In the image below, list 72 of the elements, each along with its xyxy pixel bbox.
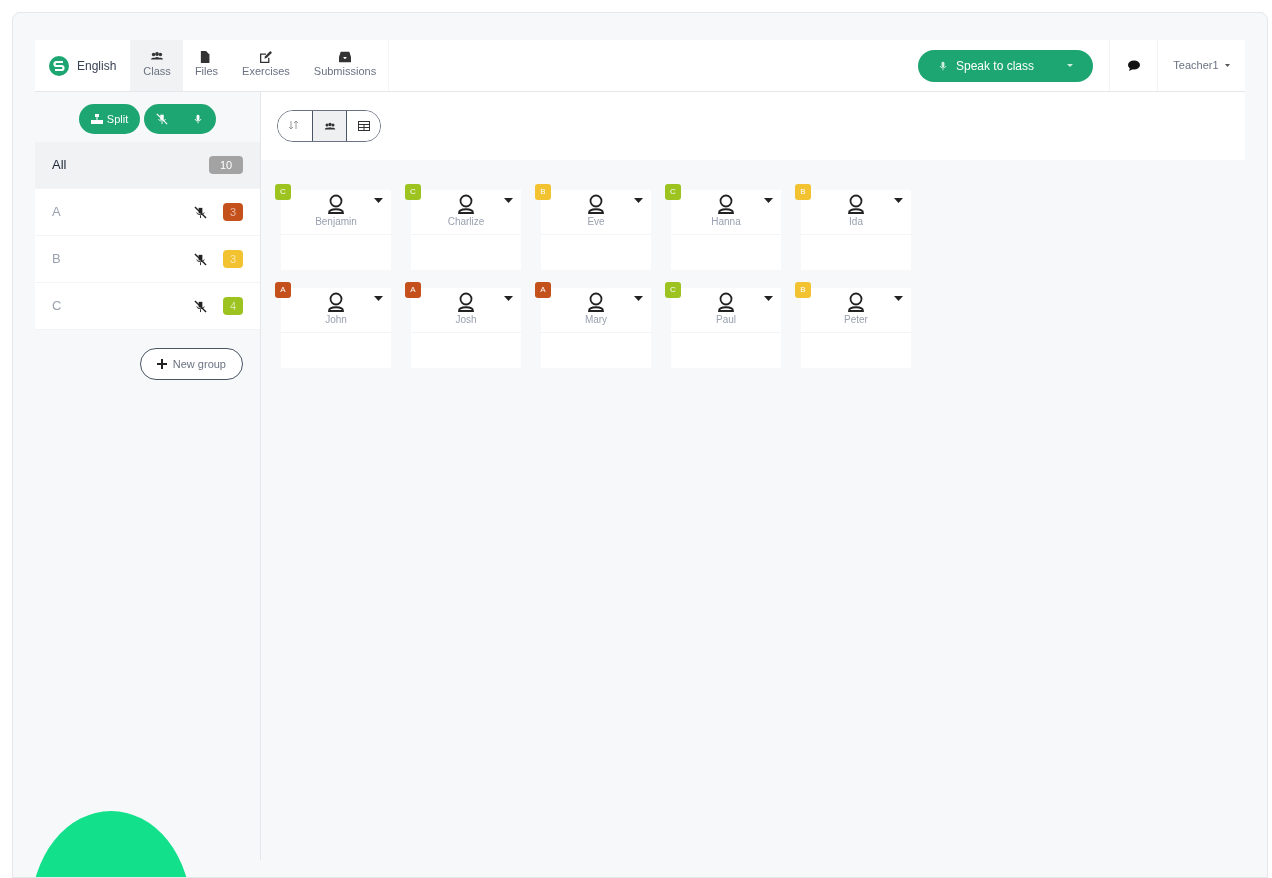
person-icon xyxy=(586,194,606,214)
caret-icon xyxy=(634,198,643,203)
sort-icon xyxy=(289,121,301,131)
person-icon xyxy=(846,194,866,214)
mute-all-button[interactable] xyxy=(144,104,181,134)
person-icon xyxy=(846,292,866,312)
inbox-icon xyxy=(337,51,352,64)
group-list-item[interactable]: All 10 xyxy=(35,142,260,189)
person-icon xyxy=(326,194,346,214)
nav-tab[interactable]: Class xyxy=(131,40,183,91)
caret-icon xyxy=(764,198,773,203)
users-icon xyxy=(323,121,336,131)
split-button[interactable]: Split xyxy=(78,104,141,134)
caret-icon xyxy=(504,296,513,301)
student-name: John xyxy=(324,313,348,327)
table-icon xyxy=(357,121,370,131)
edit-icon xyxy=(258,51,273,64)
unmute-all-button[interactable] xyxy=(180,104,217,134)
person-icon xyxy=(456,292,476,312)
student-name: Peter xyxy=(843,313,869,327)
caret-icon xyxy=(374,198,383,203)
group-list-item[interactable]: A 3 xyxy=(35,189,260,236)
caret-icon xyxy=(894,296,903,301)
count-badge: 4 xyxy=(223,297,243,315)
student-name: Eve xyxy=(586,215,606,229)
count-badge: 3 xyxy=(223,250,243,268)
student-name: Josh xyxy=(454,313,478,327)
muted-microphone-icon xyxy=(156,113,169,125)
student-name: Mary xyxy=(583,313,609,327)
person-icon xyxy=(716,292,736,312)
person-icon xyxy=(456,194,476,214)
brand-label: English xyxy=(77,57,117,75)
group-badge: C xyxy=(275,184,291,200)
microphone-icon xyxy=(193,113,204,125)
caret-icon xyxy=(894,198,903,203)
caret-icon xyxy=(634,296,643,301)
group-badge: A xyxy=(405,282,421,298)
group-list-item[interactable]: C 4 xyxy=(35,283,260,330)
caret-icon xyxy=(1067,64,1073,67)
new-group-button[interactable]: New group xyxy=(139,348,243,380)
group-badge: C xyxy=(405,184,421,200)
student-name: Charlize xyxy=(446,215,486,229)
count-badge: 3 xyxy=(223,203,243,221)
speech-bubble-icon xyxy=(1127,60,1140,71)
student-name: Benjamin xyxy=(314,215,358,229)
student-name: Paul xyxy=(715,313,737,327)
person-icon xyxy=(326,292,346,312)
group-badge: A xyxy=(535,282,551,298)
group-badge: C xyxy=(665,282,681,298)
group-list-item[interactable]: B 3 xyxy=(35,236,260,283)
microphone-icon xyxy=(938,59,948,72)
speak-to-class-button[interactable]: Speak to class xyxy=(918,49,1093,82)
caret-icon xyxy=(504,198,513,203)
group-badge: A xyxy=(275,282,291,298)
student-name: Hanna xyxy=(710,215,742,229)
caret-icon xyxy=(1224,64,1230,67)
person-icon xyxy=(716,194,736,214)
person-icon xyxy=(586,292,606,312)
view-toggle[interactable] xyxy=(312,111,346,141)
count-badge: 10 xyxy=(209,156,243,174)
group-badge: B xyxy=(795,282,811,298)
hierarchy-icon xyxy=(90,114,103,124)
group-badge: C xyxy=(665,184,681,200)
user-menu[interactable]: Teacher1 xyxy=(1157,40,1245,91)
group-badge: B xyxy=(535,184,551,200)
view-toggle[interactable] xyxy=(346,111,380,141)
student-name: Ida xyxy=(848,215,864,229)
caret-icon xyxy=(374,296,383,301)
group-badge: B xyxy=(795,184,811,200)
plus-icon xyxy=(156,359,167,369)
caret-icon xyxy=(764,296,773,301)
logo-icon xyxy=(49,55,69,76)
